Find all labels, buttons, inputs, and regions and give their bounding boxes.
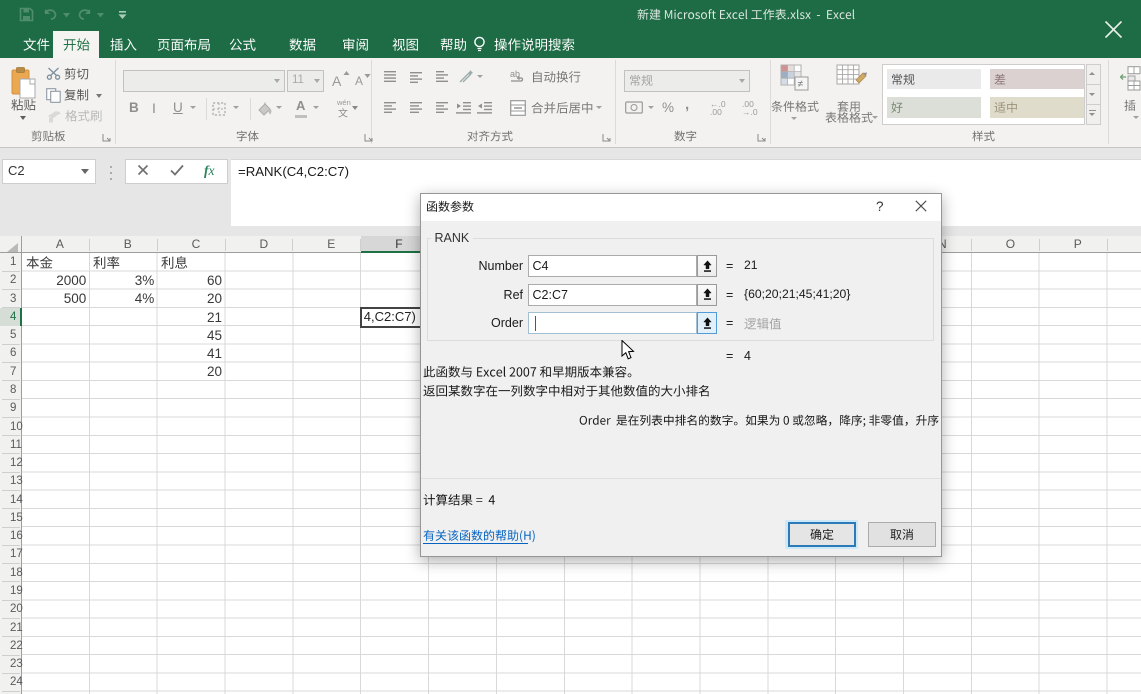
svg-text:≠: ≠ <box>798 79 804 90</box>
